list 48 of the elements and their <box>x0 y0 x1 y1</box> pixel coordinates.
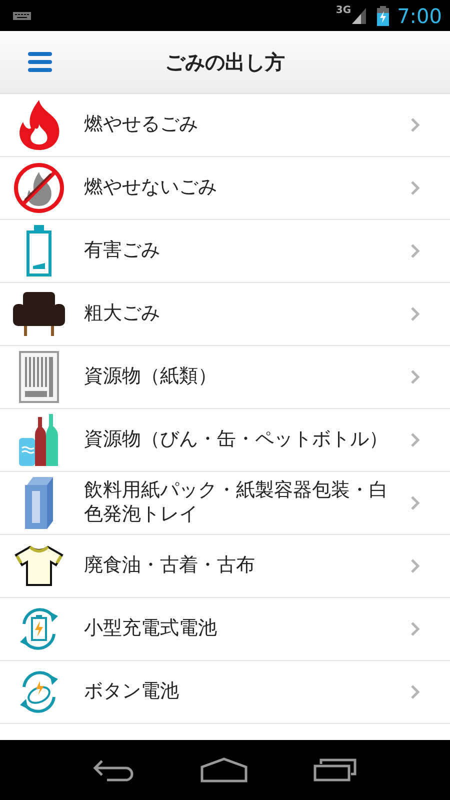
no-burning-icon <box>13 162 65 214</box>
list-item[interactable]: ボタン電池 <box>0 661 450 724</box>
item-label: 資源物（紙類） <box>84 365 218 389</box>
battery-low-icon <box>25 225 53 277</box>
newspaper-icon <box>19 351 59 403</box>
polo-shirt-icon <box>14 545 64 587</box>
milk-carton-icon <box>23 477 55 529</box>
network-type: 3G <box>336 5 352 16</box>
menu-icon <box>28 52 52 72</box>
chevron-right-icon <box>410 243 420 259</box>
screen-title: ごみの出し方 <box>165 48 285 76</box>
list-item[interactable]: 小型充電式電池 <box>0 598 450 661</box>
chevron-right-icon <box>410 558 420 574</box>
chevron-right-icon <box>410 684 420 700</box>
home-icon[interactable] <box>200 757 248 783</box>
list-item[interactable]: 有害ごみ <box>0 220 450 283</box>
chevron-right-icon <box>410 621 420 637</box>
list-item[interactable]: 粗大ごみ <box>0 283 450 346</box>
list-item[interactable]: 資源物（紙類） <box>0 346 450 409</box>
signal-icon <box>352 8 366 24</box>
flame-icon <box>17 100 61 150</box>
item-label: 小型充電式電池 <box>84 617 218 641</box>
list-item[interactable]: 燃やせないごみ <box>0 157 450 220</box>
item-label: 廃食油・古着・古布 <box>84 554 256 578</box>
chevron-right-icon <box>410 432 420 448</box>
bottles-and-can-icon <box>19 414 59 466</box>
list-item[interactable]: 燃やせるごみ <box>0 94 450 157</box>
item-label: 粗大ごみ <box>84 302 161 326</box>
recent-apps-icon[interactable] <box>313 758 358 782</box>
keyboard-icon <box>13 10 31 20</box>
item-label: 有害ごみ <box>84 239 161 263</box>
back-icon[interactable] <box>92 758 135 782</box>
list-item[interactable]: 資源物（びん・缶・ペットボトル） <box>0 409 450 472</box>
item-label: 燃やせないごみ <box>84 176 218 200</box>
item-label: 飲料用紙パック・紙製容器包装・白色発泡トレイ <box>84 479 389 527</box>
chevron-right-icon <box>410 306 420 322</box>
list-item[interactable]: 飲料用紙パック・紙製容器包装・白色発泡トレイ <box>0 472 450 535</box>
clock-time: 7:00 <box>397 4 442 28</box>
chevron-right-icon <box>410 495 420 511</box>
chevron-right-icon <box>410 369 420 385</box>
list-item[interactable]: 廃食油・古着・古布 <box>0 535 450 598</box>
chevron-right-icon <box>410 180 420 196</box>
battery-icon <box>377 6 390 26</box>
item-label: 資源物（びん・缶・ペットボトル） <box>84 428 389 452</box>
chevron-right-icon <box>410 117 420 133</box>
item-label: 燃やせるごみ <box>84 113 199 137</box>
armchair-icon <box>13 292 65 336</box>
item-label: ボタン電池 <box>84 680 180 704</box>
